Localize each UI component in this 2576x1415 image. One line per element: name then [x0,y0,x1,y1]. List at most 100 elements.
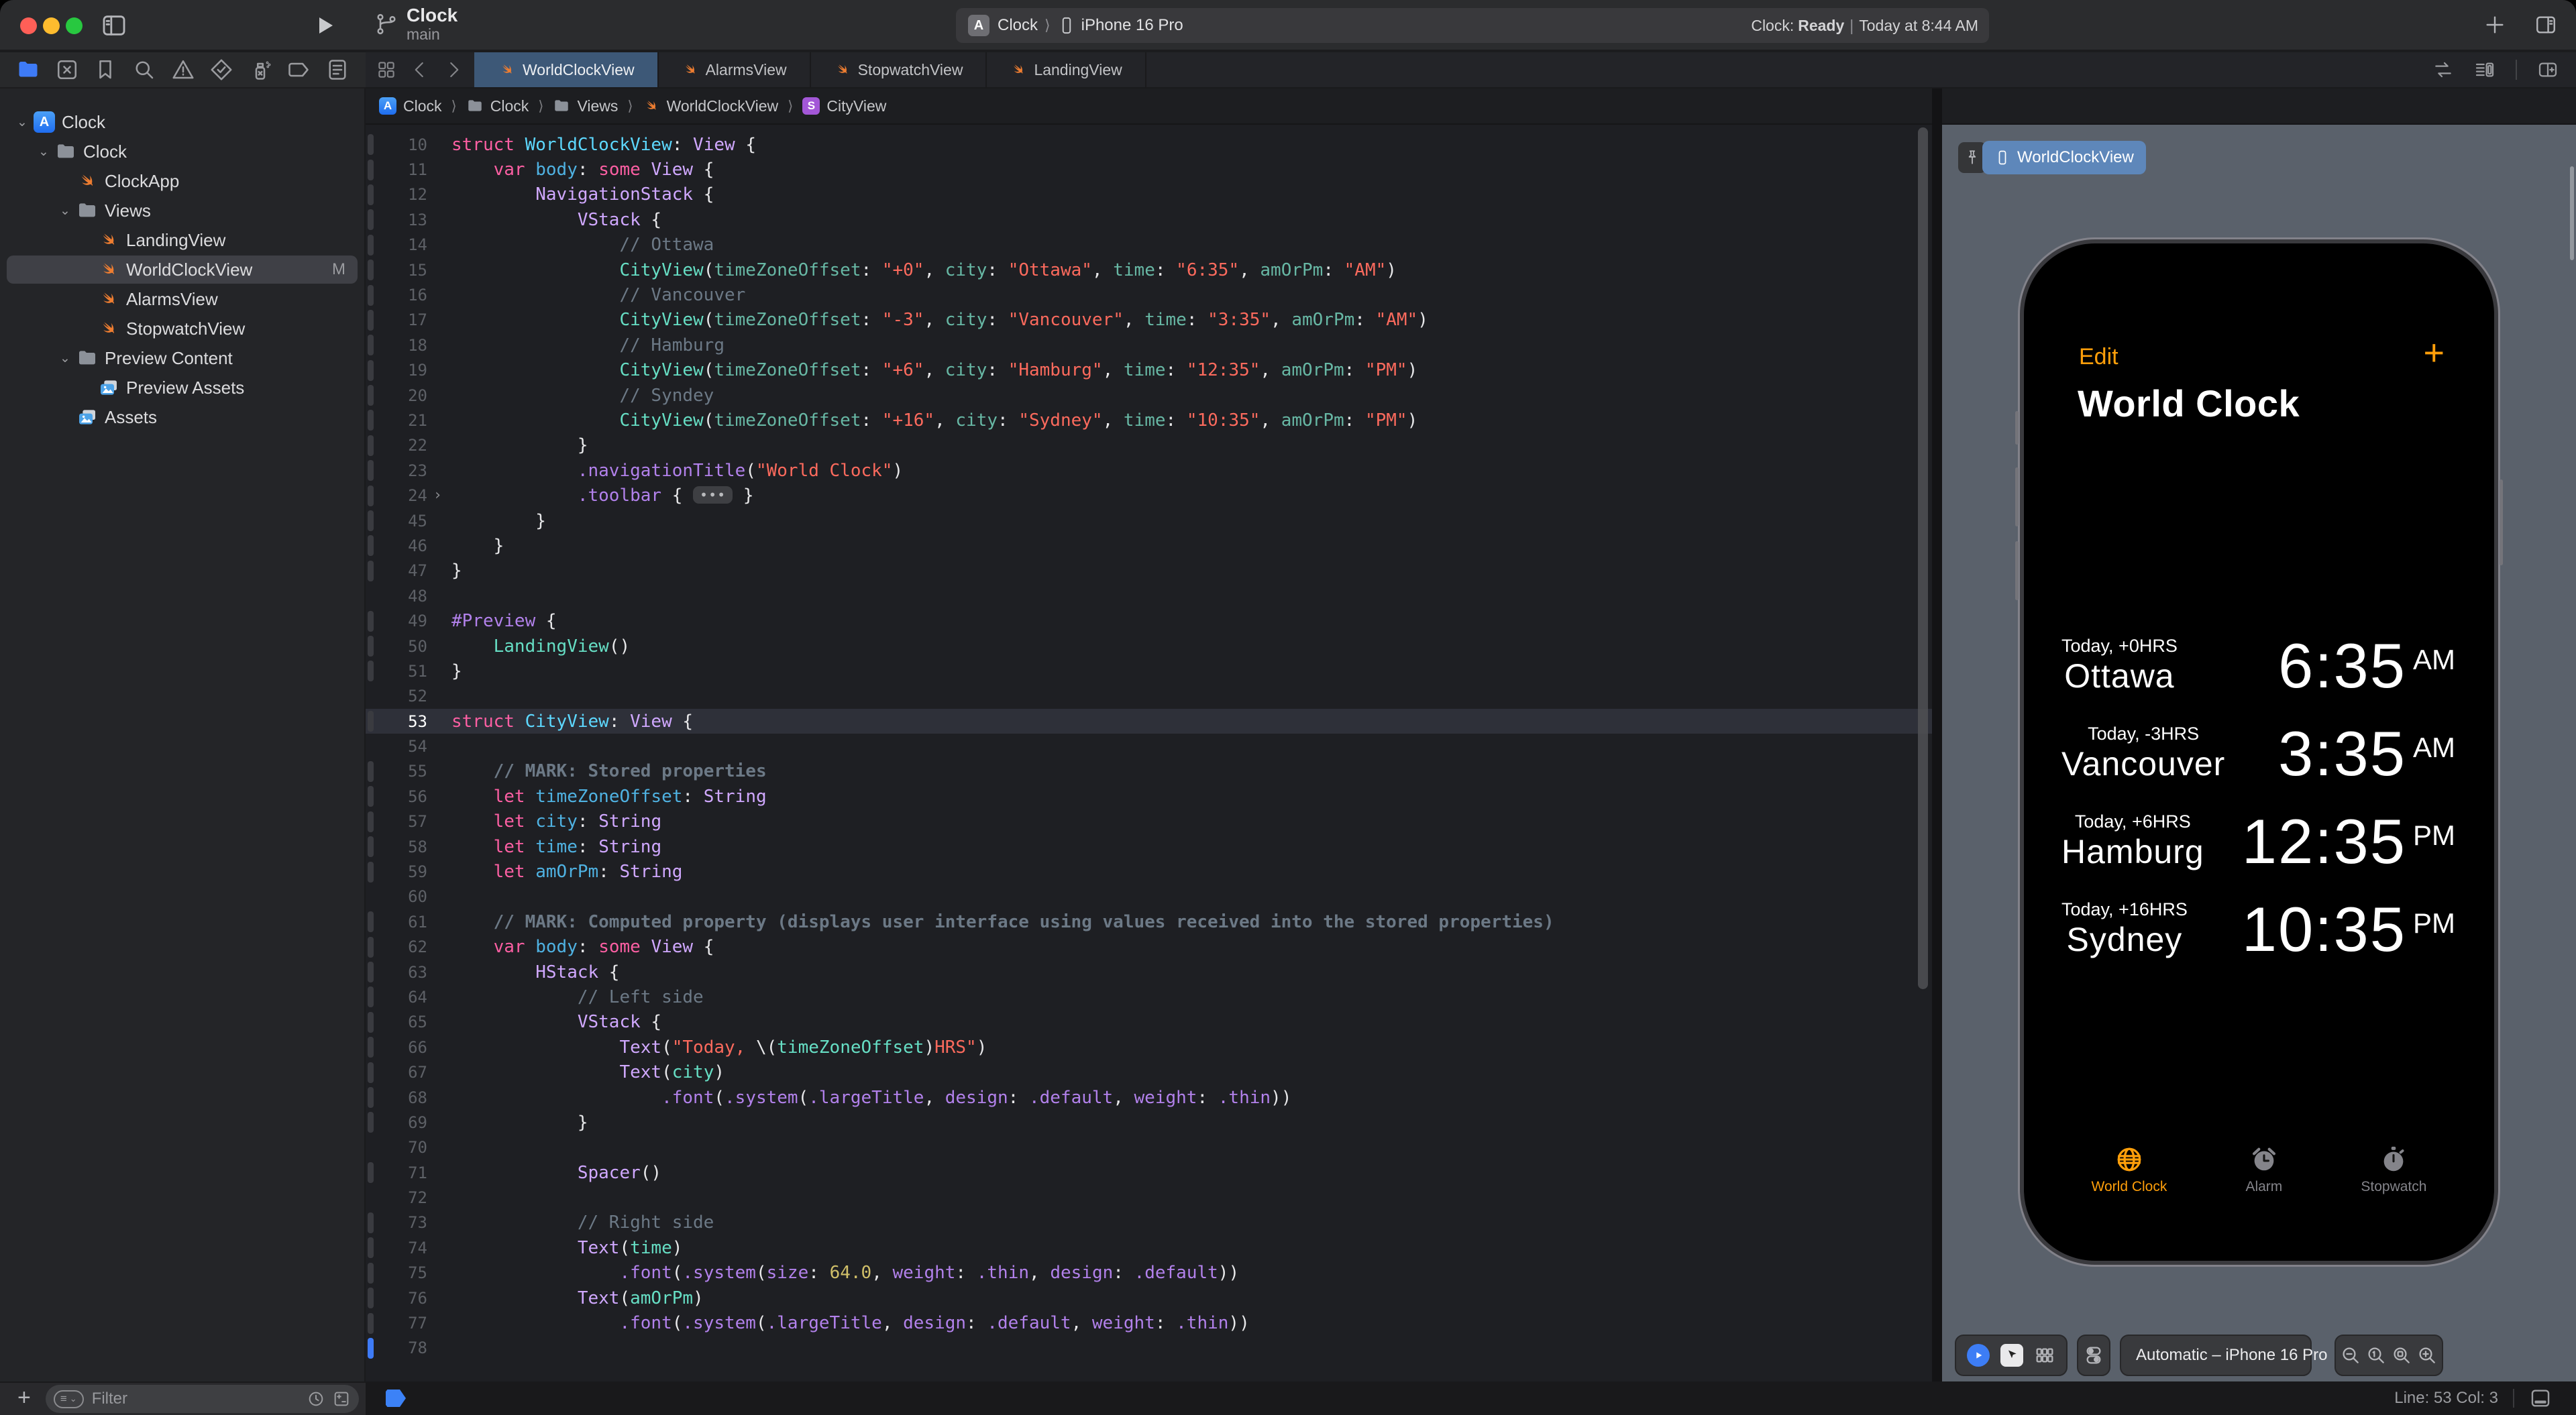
breadcrumb-item-CityView[interactable]: SCityView [802,97,886,115]
sidebar-item-Views[interactable]: ⌄Views [0,196,364,225]
live-preview-button[interactable] [1967,1344,1990,1367]
code-line-45[interactable]: 45 } [366,508,1932,533]
tab-WorldClockView[interactable]: WorldClockView [474,52,657,87]
code-line-22[interactable]: 22 } [366,433,1932,458]
library-plus-icon[interactable] [2483,13,2506,36]
sidebar-item-ClockApp[interactable]: ClockApp [0,166,364,196]
minimize-window-button[interactable] [43,17,60,34]
code-line-24[interactable]: 24› .toolbar { ••• } [366,483,1932,508]
code-line-20[interactable]: 20 // Syndey [366,383,1932,408]
run-button[interactable] [314,15,335,36]
chevron-down-icon[interactable]: ⌄ [15,115,30,130]
code-line-57[interactable]: 57 let city: String [366,809,1932,834]
sidebar-item-LandingView[interactable]: LandingView [0,225,364,255]
issue-navigator-icon[interactable] [171,58,195,82]
code-line-74[interactable]: 74 Text(time) [366,1235,1932,1260]
code-line-58[interactable]: 58 let time: String [366,834,1932,859]
code-line-70[interactable]: 70 [366,1135,1932,1160]
debug-navigator-icon[interactable] [248,58,272,82]
chevron-down-icon[interactable]: ⌄ [58,203,72,219]
chevron-down-icon[interactable]: ⌄ [58,351,72,366]
activity-view[interactable]: A Clock ⟩ iPhone 16 Pro Clock: Ready | T… [956,8,1989,43]
report-navigator-icon[interactable] [325,58,350,82]
scheme-device-name[interactable]: iPhone 16 Pro [1081,16,1183,35]
fold-arrow-icon[interactable]: › [433,487,442,504]
recent-files-icon[interactable] [307,1390,325,1408]
sidebar-item-Clock[interactable]: ⌄AClock [0,107,364,137]
project-navigator-icon[interactable] [16,58,40,82]
code-line-69[interactable]: 69 } [366,1110,1932,1135]
code-line-76[interactable]: 76 Text(amOrPm) [366,1286,1932,1310]
code-line-67[interactable]: 67 Text(city) [366,1060,1932,1084]
code-line-59[interactable]: 59 let amOrPm: String [366,859,1932,884]
sidebar-item-Clock[interactable]: ⌄Clock [0,137,364,166]
sidebar-item-StopwatchView[interactable]: StopwatchView [0,314,364,343]
bookmark-navigator-icon[interactable] [93,58,117,82]
code-line-47[interactable]: 47} [366,559,1932,583]
sidebar-item-AlarmsView[interactable]: AlarmsView [0,284,364,314]
breadcrumb-item-Views[interactable]: Views [553,97,618,115]
code-line-78[interactable]: 78 [366,1336,1932,1361]
filter-input[interactable] [92,1390,300,1408]
zoom-100-button[interactable] [2365,1345,2387,1366]
editor-options-icon[interactable] [2474,59,2496,80]
code-line-19[interactable]: 19 CityView(timeZoneOffset: "+6", city: … [366,358,1932,383]
sidebar-item-Assets[interactable]: Assets [0,402,364,432]
code-line-68[interactable]: 68 .font(.system(.largeTitle, design: .d… [366,1085,1932,1110]
go-back-icon[interactable] [410,60,430,80]
zoom-window-button[interactable] [66,17,83,34]
code-line-64[interactable]: 64 // Left side [366,984,1932,1009]
code-line-16[interactable]: 16 // Vancouver [366,282,1932,307]
scheme-project[interactable]: Clock main [374,5,458,43]
toggle-navigator-icon[interactable] [101,12,127,39]
breakpoint-indicator[interactable] [386,1390,406,1407]
code-line-66[interactable]: 66 Text("Today, \(timeZoneOffset)HRS") [366,1035,1932,1060]
sidebar-item-WorldClockView[interactable]: WorldClockViewM [0,255,364,284]
code-line-52[interactable]: 52 [366,684,1932,709]
code-line-61[interactable]: 61 // MARK: Computed property (displays … [366,909,1932,934]
code-line-60[interactable]: 60 [366,885,1932,909]
code-line-53[interactable]: 53struct CityView: View { [366,709,1932,734]
code-line-62[interactable]: 62 var body: some View { [366,935,1932,960]
editor-scrollbar[interactable] [1918,127,1928,989]
device-settings-button[interactable] [2083,1345,2104,1366]
source-control-navigator-icon[interactable] [55,58,79,82]
breadcrumb-item-WorldClockView[interactable]: WorldClockView [643,97,779,115]
edit-button[interactable]: Edit [2079,344,2118,370]
tab-LandingView[interactable]: LandingView [985,52,1146,87]
phone-tab-Stopwatch[interactable]: Stopwatch [2361,1144,2426,1195]
code-line-21[interactable]: 21 CityView(timeZoneOffset: "+16", city:… [366,408,1932,433]
phone-tab-World-Clock[interactable]: World Clock [2092,1144,2167,1195]
code-line-56[interactable]: 56 let timeZoneOffset: String [366,784,1932,809]
toggle-inspector-icon[interactable] [2534,13,2557,36]
go-forward-icon[interactable] [443,60,464,80]
code-line-75[interactable]: 75 .font(.system(size: 64.0, weight: .th… [366,1261,1932,1286]
preview-tab-chip[interactable]: WorldClockView [1982,141,2146,174]
canvas-scrollbar[interactable] [2570,166,2574,260]
code-line-51[interactable]: 51} [366,659,1932,683]
close-window-button[interactable] [20,17,37,34]
code-line-65[interactable]: 65 VStack { [366,1010,1932,1035]
tab-StopwatchView[interactable]: StopwatchView [810,52,986,87]
code-line-54[interactable]: 54 [366,734,1932,758]
swap-editor-icon[interactable] [2432,59,2454,80]
find-navigator-icon[interactable] [132,58,156,82]
code-line-15[interactable]: 15 CityView(timeZoneOffset: "+0", city: … [366,258,1932,282]
source-editor[interactable]: 10struct WorldClockView: View {11 var bo… [366,125,1932,1381]
test-navigator-icon[interactable] [209,58,233,82]
sidebar-item-Preview-Assets[interactable]: Preview Assets [0,373,364,402]
sidebar-item-Preview-Content[interactable]: ⌄Preview Content [0,343,364,373]
zoom-out-button[interactable] [2340,1345,2361,1366]
code-line-71[interactable]: 71 Spacer() [366,1160,1932,1185]
selectable-mode-button[interactable] [2000,1344,2023,1367]
code-line-50[interactable]: 50 LandingView() [366,634,1932,659]
filter-options-icon[interactable]: ≡ ⌄ [54,1390,84,1408]
chevron-down-icon[interactable]: ⌄ [36,144,51,160]
source-control-status-icon[interactable] [332,1390,351,1408]
add-editor-icon[interactable] [2537,59,2559,80]
code-line-46[interactable]: 46 } [366,533,1932,558]
toggle-debug-area-icon[interactable] [2529,1387,2552,1410]
add-file-button[interactable]: + [17,1385,31,1411]
code-line-18[interactable]: 18 // Hamburg [366,333,1932,357]
code-line-23[interactable]: 23 .navigationTitle("World Clock") [366,458,1932,483]
